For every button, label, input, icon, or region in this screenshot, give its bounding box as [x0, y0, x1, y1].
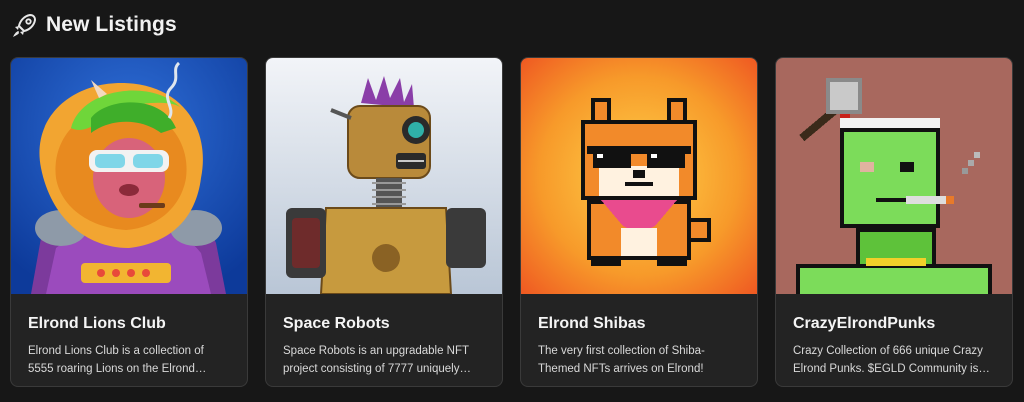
listing-name: CrazyElrondPunks: [793, 315, 936, 332]
lion-astronaut-art: [11, 58, 247, 294]
listing-card[interactable]: Elrond Shibas The very first collection …: [520, 57, 758, 387]
listing-name: Elrond Shibas: [538, 315, 646, 332]
listing-card[interactable]: CrazyElrondPunks Crazy Collection of 666…: [775, 57, 1013, 387]
listing-name: Elrond Lions Club: [28, 315, 166, 332]
pixel-shiba-art: [521, 58, 757, 294]
listing-card[interactable]: Elrond Lions Club Elrond Lions Club is a…: [10, 57, 248, 387]
listing-description: Crazy Collection of 666 unique Crazy Elr…: [793, 345, 983, 375]
rocket-icon: [12, 12, 38, 38]
listing-description: Elrond Lions Club is a collection of 555…: [28, 345, 204, 375]
pixel-punk-art: [776, 58, 1012, 294]
listing-description: Space Robots is an upgradable NFT projec…: [283, 345, 469, 375]
listing-card[interactable]: Space Robots Space Robots is an upgradab…: [265, 57, 503, 387]
rusty-robot-art: [266, 58, 502, 294]
listing-description: The very first collection of Shiba-Theme…: [538, 345, 705, 375]
section-title: New Listings: [46, 13, 177, 36]
listings-grid: Elrond Lions Club Elrond Lions Club is a…: [10, 57, 1013, 387]
section-header: New Listings: [12, 10, 177, 40]
listing-name: Space Robots: [283, 315, 390, 332]
